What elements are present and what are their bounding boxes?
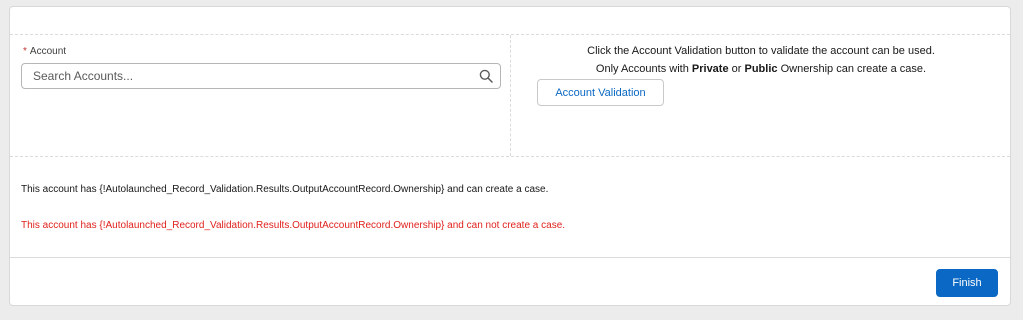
ownership-text-suffix: Ownership can create a case. xyxy=(777,63,927,75)
ownership-public: Public xyxy=(744,63,778,75)
account-label-text: Account xyxy=(29,46,67,57)
search-icon[interactable] xyxy=(479,69,493,83)
account-search-input[interactable] xyxy=(22,64,473,88)
account-validation-button[interactable]: Account Validation xyxy=(537,79,664,106)
required-marker: * xyxy=(23,46,27,57)
validation-instructions: Click the Account Validation button to v… xyxy=(587,45,935,57)
finish-button[interactable]: Finish xyxy=(936,269,998,297)
account-validation-section: *Account Click the Account Validation bu… xyxy=(10,34,1010,157)
ownership-requirement: Only Accounts with Private or Public Own… xyxy=(511,63,1011,75)
account-lookup[interactable] xyxy=(21,63,501,89)
cannot-create-case-message: This account has {!Autolaunched_Record_V… xyxy=(21,220,566,231)
can-create-case-message: This account has {!Autolaunched_Record_V… xyxy=(21,184,549,195)
flow-screen-card: *Account Click the Account Validation bu… xyxy=(9,6,1011,306)
ownership-private: Private xyxy=(691,63,729,75)
ownership-text-prefix: Only Accounts with xyxy=(595,63,692,75)
footer-divider xyxy=(10,257,1010,258)
ownership-text-or: or xyxy=(728,63,745,75)
account-field-label: * Account xyxy=(23,46,66,57)
